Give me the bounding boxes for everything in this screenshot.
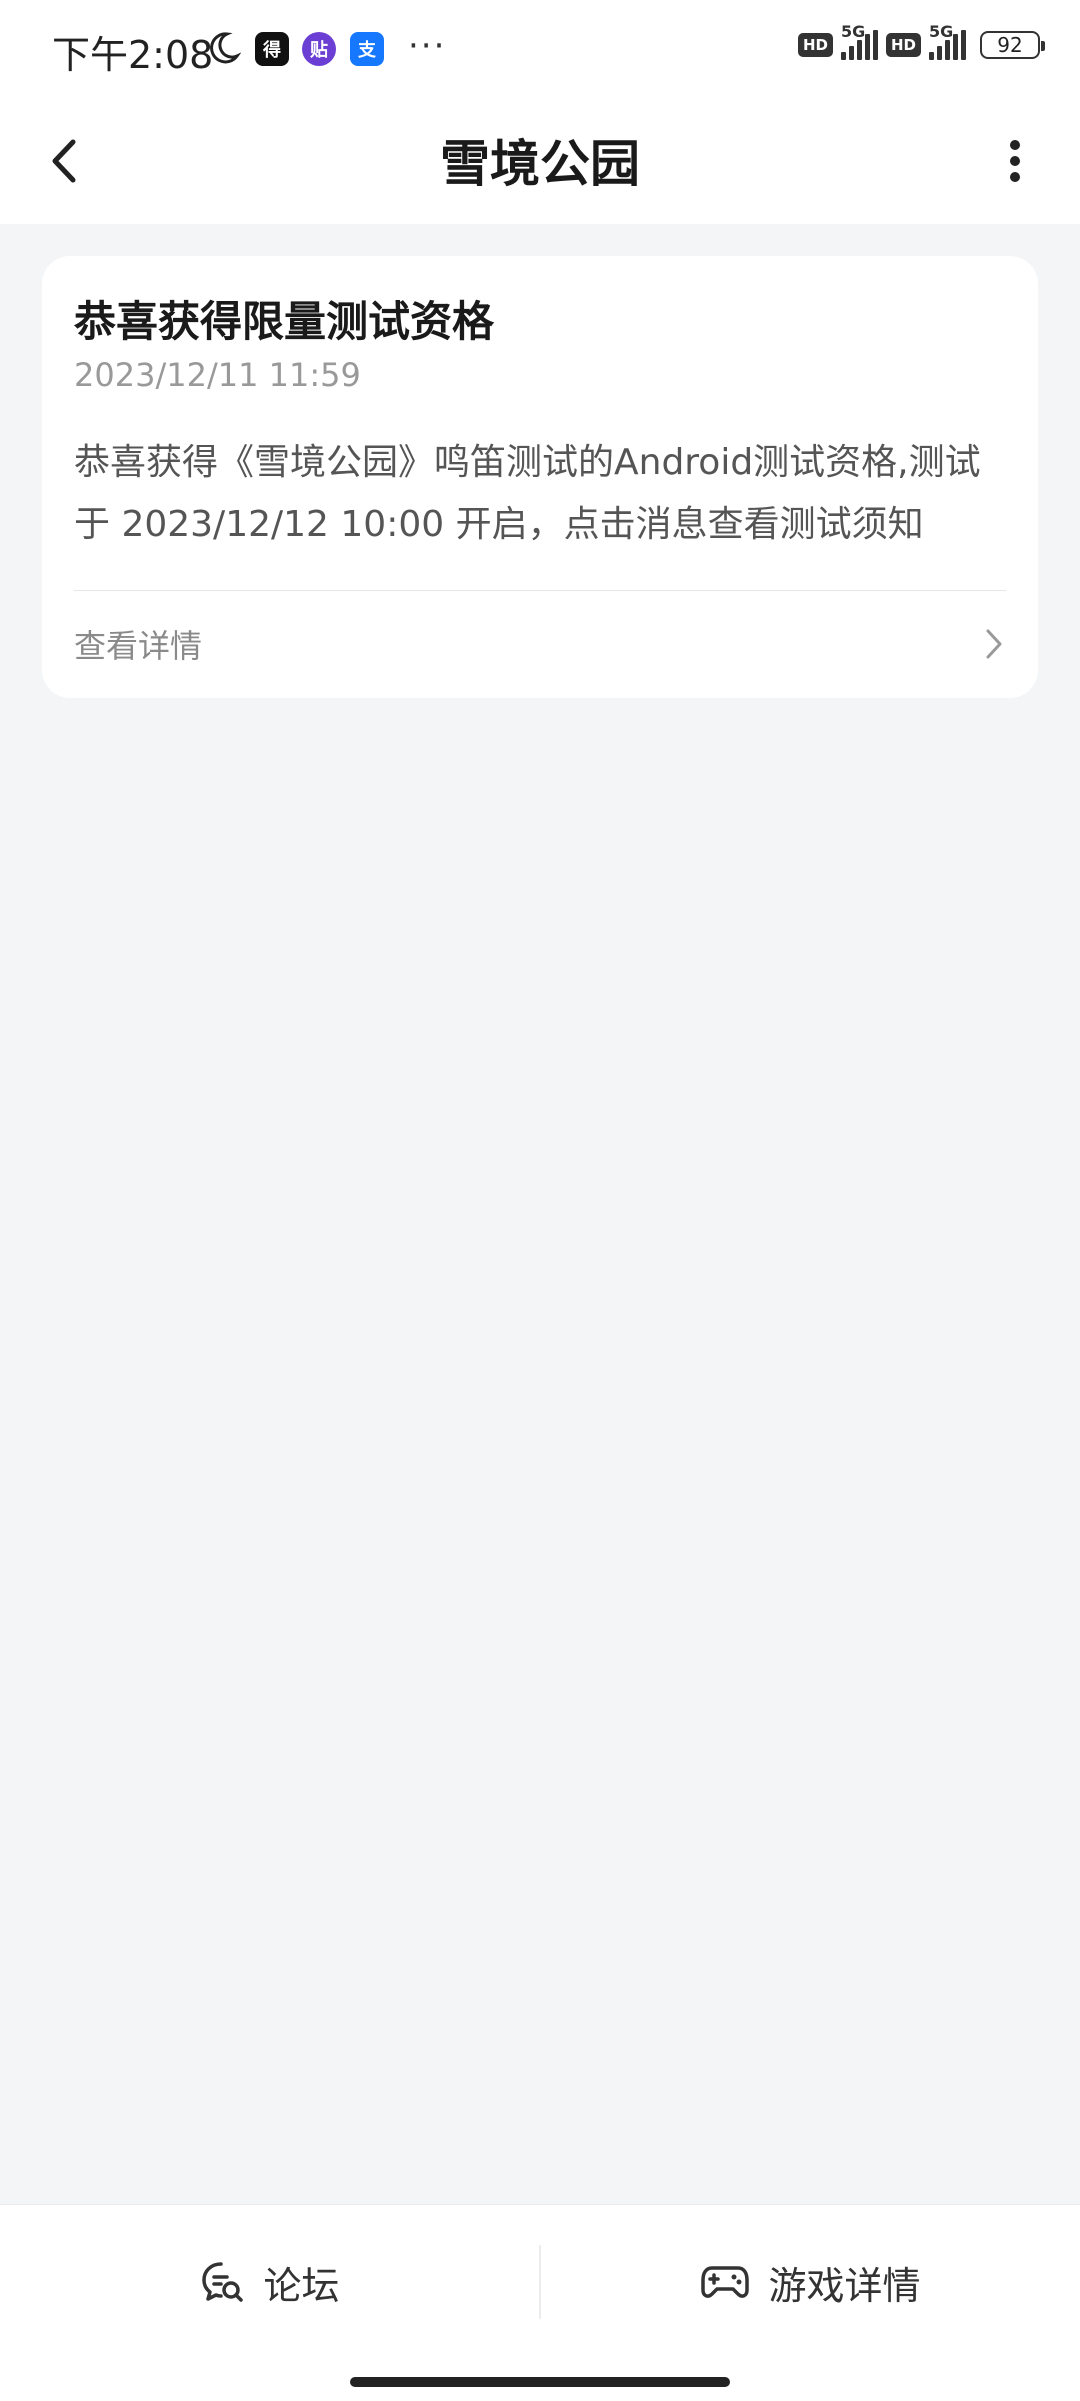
moon-icon	[210, 32, 241, 64]
game-details-tab[interactable]: 游戏详情	[541, 2205, 1080, 2359]
status-time: 下午2:08	[52, 33, 214, 77]
header: 雪境公园	[0, 100, 1080, 224]
app-icon-alipay: 支	[350, 32, 384, 66]
network-type-2: 5G	[929, 22, 954, 41]
view-details-label: 查看详情	[74, 627, 203, 665]
battery-level: 92	[997, 33, 1023, 57]
app-icon-dechat: 得	[255, 32, 289, 66]
signal-icon-2: 5G	[929, 22, 966, 60]
status-bar: 下午2:08 得 贴 支 ··· HD 5G HD 5G 92	[0, 0, 1080, 100]
hd-badge-1: HD	[797, 33, 833, 57]
gamepad-icon	[701, 2266, 750, 2298]
message-body: 恭喜获得《雪境公园》鸣笛测试的Android测试资格,测试于 2023/12/1…	[74, 442, 981, 545]
forum-chat-icon	[202, 2262, 244, 2302]
more-vertical-icon	[1010, 140, 1020, 182]
home-indicator[interactable]	[350, 2377, 730, 2387]
view-details-link[interactable]: 查看详情	[74, 590, 1006, 698]
app-icon-tieba: 贴	[302, 32, 336, 66]
forum-tab[interactable]: 论坛	[0, 2205, 539, 2359]
status-indicators: HD 5G HD 5G 92	[797, 22, 1045, 60]
bottom-bar: 论坛 游戏详情	[0, 2204, 1080, 2401]
hd-badge-2: HD	[885, 33, 921, 57]
more-notifications-icon: ···	[408, 26, 447, 66]
page-title: 雪境公园	[440, 135, 640, 193]
signal-icon-1: 5G	[840, 22, 878, 60]
forum-tab-label: 论坛	[263, 2263, 340, 2308]
more-button[interactable]	[980, 126, 1050, 196]
network-type-1: 5G	[840, 22, 866, 41]
game-details-tab-label: 游戏详情	[768, 2263, 921, 2308]
message-timestamp: 2023/12/11 11:59	[74, 356, 361, 394]
chevron-right-icon	[986, 629, 1002, 659]
message-title: 恭喜获得限量测试资格	[74, 297, 495, 346]
battery-icon: 92	[980, 31, 1045, 59]
message-card[interactable]: 恭喜获得限量测试资格 2023/12/11 11:59 恭喜获得《雪境公园》鸣笛…	[42, 256, 1038, 698]
